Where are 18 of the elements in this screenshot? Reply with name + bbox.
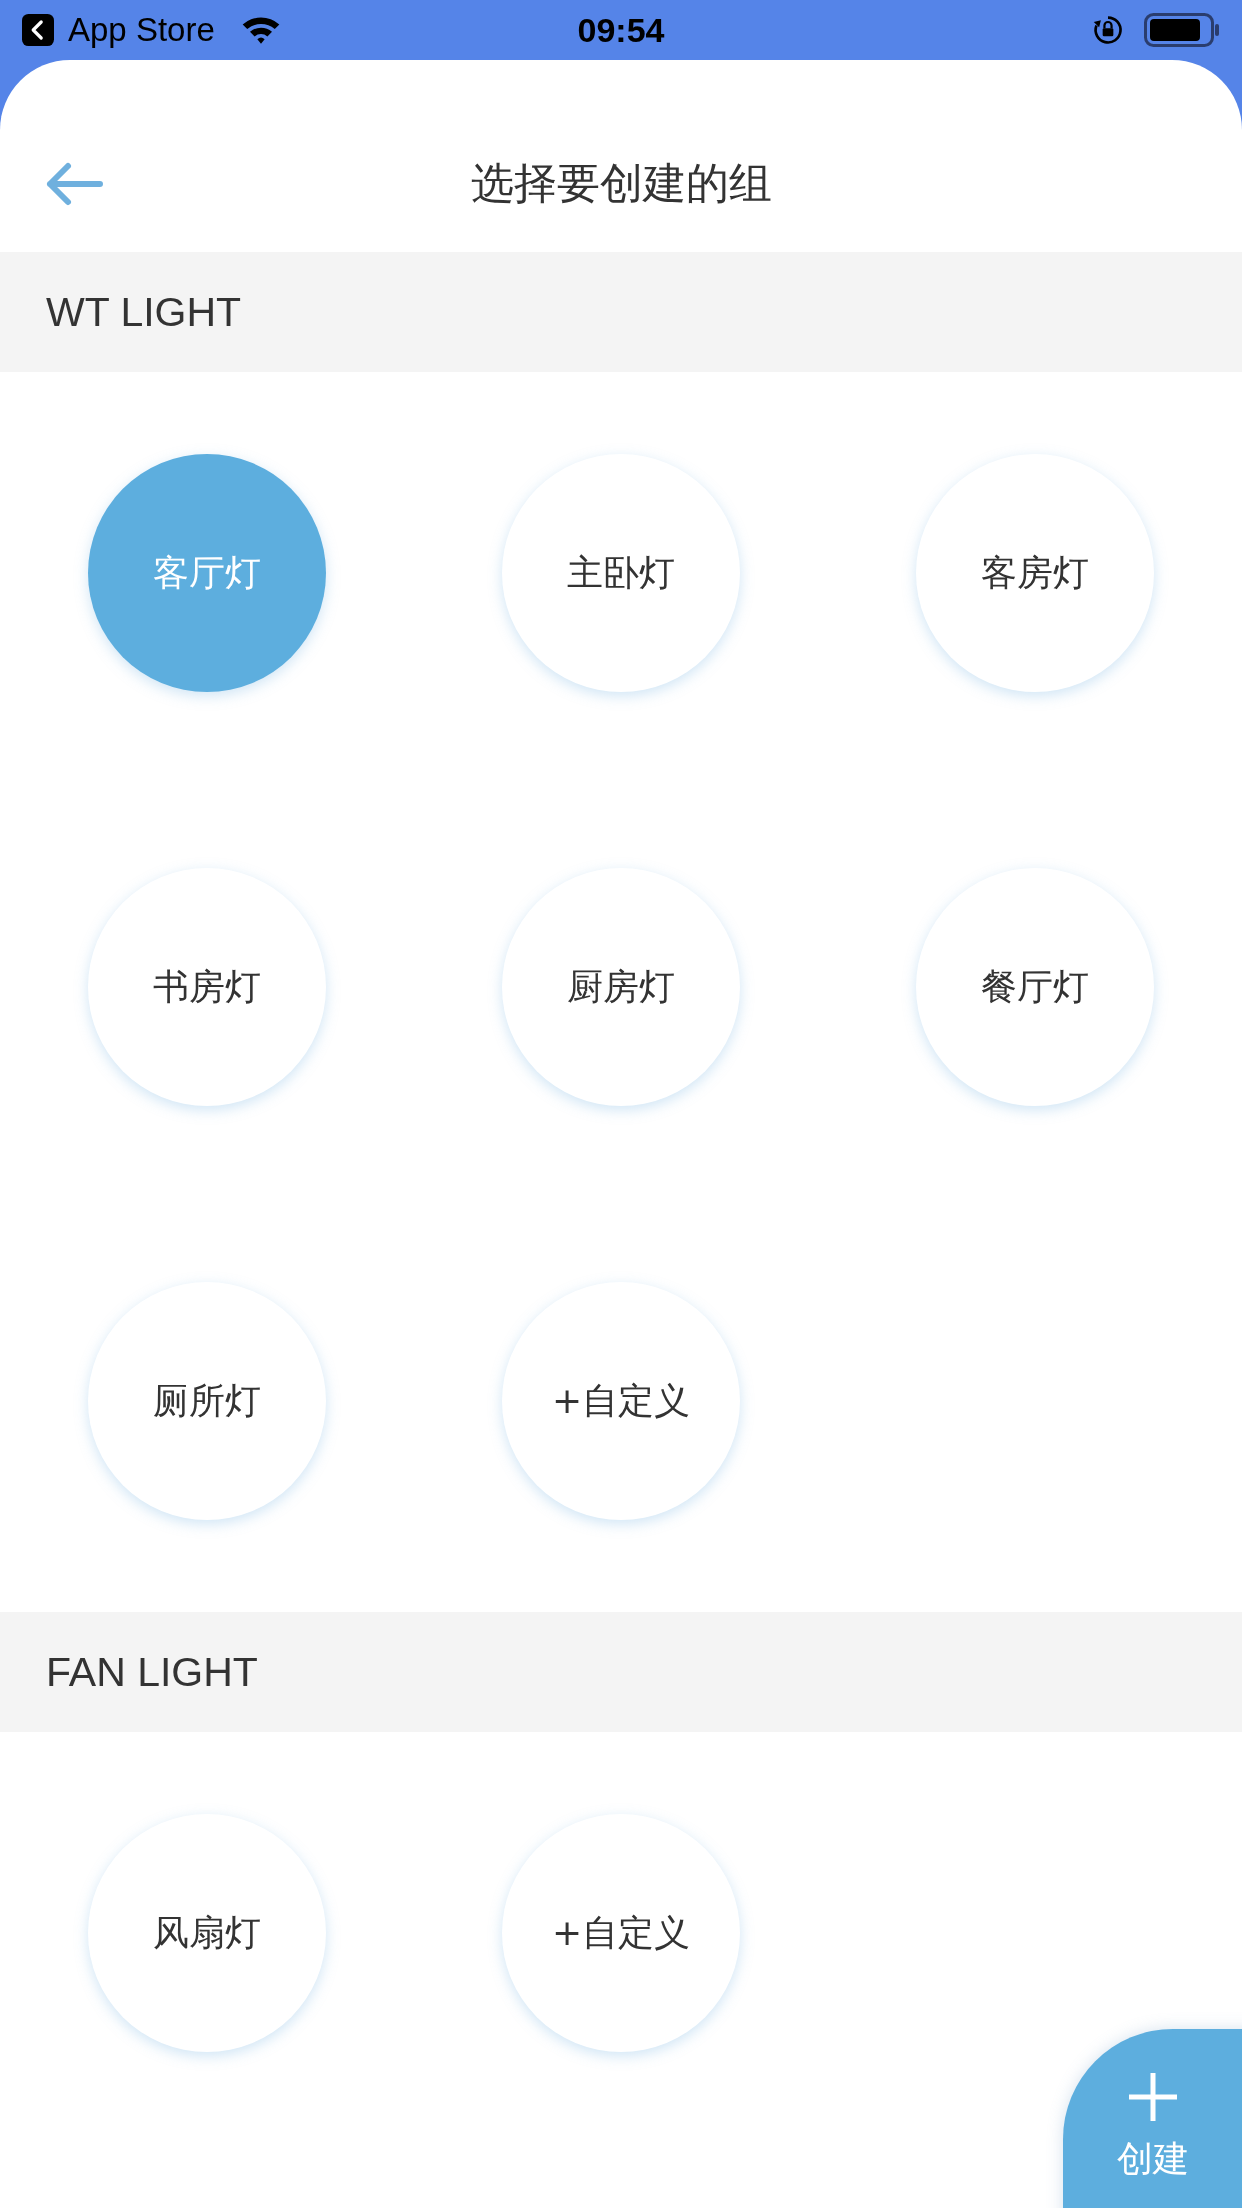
status-time: 09:54 [577,10,665,50]
plus-icon [1127,2071,1179,2123]
group-option[interactable]: 厕所灯 [88,1282,326,1520]
page-title: 选择要创建的组 [470,157,772,210]
group-option[interactable]: +自定义 [502,1282,740,1520]
section-header: FAN LIGHT [0,1612,1242,1732]
back-app-icon[interactable] [22,14,54,46]
group-option[interactable]: 餐厅灯 [916,868,1154,1106]
group-option[interactable]: +自定义 [502,1814,740,2052]
group-option[interactable]: 风扇灯 [88,1814,326,2052]
group-option[interactable]: 主卧灯 [502,454,740,692]
section-header: WT LIGHT [0,252,1242,372]
battery-icon [1144,13,1220,47]
rotation-lock-icon [1092,14,1124,46]
group-option[interactable]: 厨房灯 [502,868,740,1106]
back-app-label[interactable]: App Store [68,11,215,49]
group-option[interactable]: 客房灯 [916,454,1154,692]
group-option[interactable]: 书房灯 [88,868,326,1106]
